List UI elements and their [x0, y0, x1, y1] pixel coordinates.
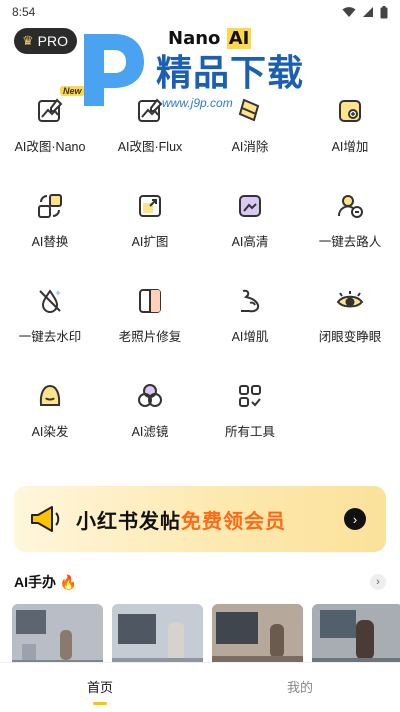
add-object-icon [333, 94, 367, 128]
pro-badge[interactable]: ♛ PRO [14, 28, 77, 54]
tool-ai-add[interactable]: AI增加 [300, 84, 400, 179]
active-tab-indicator [93, 702, 107, 705]
open-eye-icon [333, 284, 367, 318]
tab-label: 首页 [86, 680, 113, 695]
tool-label: AI滤镜 [131, 425, 169, 439]
tools-grid: New AI改图·Nano AI改图·Flux AI消除 AI增加 AI替换 A… [0, 84, 400, 464]
tool-label: AI高清 [231, 235, 269, 249]
tool-ai-hair-dye[interactable]: AI染发 [0, 369, 100, 464]
tool-ai-replace[interactable]: AI替换 [0, 179, 100, 274]
tool-label: AI增加 [331, 140, 369, 154]
tool-label: AI改图·Flux [117, 140, 183, 154]
crown-icon: ♛ [22, 33, 34, 48]
tool-ai-expand[interactable]: AI扩图 [100, 179, 200, 274]
tool-label: AI改图·Nano [14, 140, 86, 154]
chevron-right-icon[interactable]: › [370, 574, 386, 590]
tool-ai-edit-flux[interactable]: AI改图·Flux [100, 84, 200, 179]
remove-watermark-icon [33, 284, 67, 318]
hd-icon [233, 189, 267, 223]
tab-home[interactable]: 首页 [0, 663, 200, 712]
app-title-part-a: Nano [168, 28, 221, 49]
section-header: AI手办 🔥 › [14, 572, 386, 592]
battery-icon [380, 5, 388, 18]
signal-icon [363, 7, 373, 17]
hair-dye-icon [33, 379, 67, 413]
tab-label: 我的 [286, 680, 313, 695]
app-title-part-b: AI [226, 28, 252, 49]
tool-remove-watermark[interactable]: 一键去水印 [0, 274, 100, 369]
tool-photo-restore[interactable]: 老照片修复 [100, 274, 200, 369]
tool-label: 老照片修复 [118, 330, 182, 344]
muscle-icon [233, 284, 267, 318]
tool-label: 一键去路人 [318, 235, 382, 249]
tool-label: AI扩图 [131, 235, 169, 249]
thumbnail-card[interactable] [312, 604, 400, 662]
image-edit-icon [133, 94, 167, 128]
arrow-right-icon[interactable]: › [344, 508, 366, 530]
tool-all-tools[interactable]: 所有工具 [200, 369, 300, 464]
tool-ai-hd[interactable]: AI高清 [200, 179, 300, 274]
replace-icon [33, 189, 67, 223]
filter-icon [133, 379, 167, 413]
bottom-tab-bar: 首页 我的 [0, 662, 400, 712]
wifi-icon [342, 7, 356, 17]
promo-banner[interactable]: 小红书发帖 免费领会员 › [14, 486, 386, 552]
tool-label: 一键去水印 [18, 330, 82, 344]
tool-ai-edit-nano[interactable]: New AI改图·Nano [0, 84, 100, 179]
tab-profile[interactable]: 我的 [200, 663, 400, 712]
status-time: 8:54 [12, 5, 36, 19]
tool-ai-muscle[interactable]: AI增肌 [200, 274, 300, 369]
expand-image-icon [133, 189, 167, 223]
all-tools-icon [233, 379, 267, 413]
remove-person-icon [333, 189, 367, 223]
eraser-icon [233, 94, 267, 128]
photo-restore-icon [133, 284, 167, 318]
thumbnail-card[interactable] [112, 604, 203, 662]
banner-highlight: 免费领会员 [181, 508, 286, 533]
app-title: Nano AI [168, 28, 252, 49]
tool-label: AI染发 [31, 425, 69, 439]
section-title: AI手办 🔥 [14, 574, 78, 590]
tool-label: 所有工具 [224, 425, 275, 439]
status-bar: 8:54 [0, 0, 400, 24]
tool-open-eyes[interactable]: 闭眼变睁眼 [300, 274, 400, 369]
tool-remove-person[interactable]: 一键去路人 [300, 179, 400, 274]
tool-label: AI替换 [31, 235, 69, 249]
figure-thumbnails [12, 604, 400, 662]
tool-label: AI消除 [231, 140, 269, 154]
tool-ai-erase[interactable]: AI消除 [200, 84, 300, 179]
new-tag: New [60, 86, 85, 96]
banner-text: 小红书发帖 [76, 508, 181, 533]
tool-ai-filter[interactable]: AI滤镜 [100, 369, 200, 464]
thumbnail-card[interactable] [12, 604, 103, 662]
tool-label: AI增肌 [231, 330, 269, 344]
pro-label: PRO [37, 33, 68, 49]
thumbnail-card[interactable] [212, 604, 303, 662]
image-edit-icon [33, 94, 67, 128]
megaphone-icon [31, 506, 60, 532]
status-icons [342, 5, 388, 19]
tool-label: 闭眼变睁眼 [318, 330, 382, 344]
